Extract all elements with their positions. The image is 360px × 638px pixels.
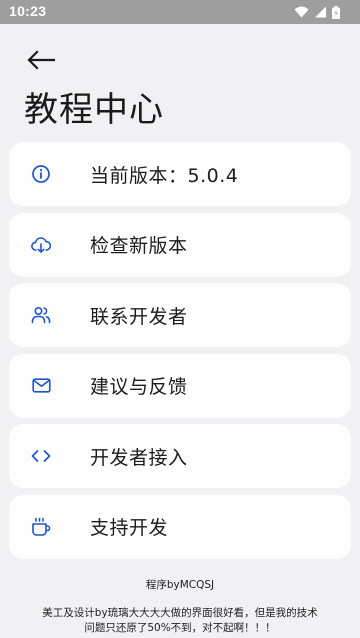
menu-item-developer-access[interactable]: 开发者接入 [9, 424, 351, 488]
menu-item-label: 当前版本：5.0.4 [90, 164, 239, 187]
info-icon [31, 164, 51, 184]
menu-item-label: 检查新版本 [90, 235, 188, 257]
menu-item-feedback[interactable]: 建议与反馈 [9, 353, 351, 418]
footer-note: 美工及设计by琉璃大大大大做的界面很好看，但是我的技术问题只还原了50%不到，对… [42, 607, 318, 634]
page-title: 教程中心 [24, 90, 164, 130]
mail-icon [31, 376, 51, 396]
people-icon [31, 305, 51, 325]
menu-item-label: 建议与反馈 [90, 376, 188, 398]
battery-icon [332, 5, 340, 19]
menu-list: 当前版本：5.0.4 检查新版本 联系开发者 建议与反馈 开发者接入 支持开发 [9, 142, 351, 565]
menu-item-label: 支持开发 [90, 517, 169, 539]
menu-item-support-development[interactable]: 支持开发 [9, 494, 351, 559]
status-bar: 10:23 [0, 0, 360, 24]
status-icons [294, 5, 340, 19]
menu-item-current-version[interactable]: 当前版本：5.0.4 [9, 142, 351, 206]
menu-item-label: 联系开发者 [90, 305, 188, 328]
wifi-icon [294, 6, 309, 18]
credit-text: 程序byMCQSJ [145, 579, 215, 591]
menu-item-contact-developer[interactable]: 联系开发者 [9, 283, 351, 347]
cloud-download-icon [31, 235, 51, 255]
signal-icon [315, 6, 326, 18]
code-icon [31, 446, 51, 466]
menu-item-check-update[interactable]: 检查新版本 [9, 212, 351, 277]
status-time: 10:23 [9, 3, 47, 19]
back-button[interactable] [24, 44, 58, 76]
coffee-icon [31, 517, 51, 537]
menu-item-label: 开发者接入 [90, 446, 188, 469]
arrow-left-icon [27, 50, 55, 70]
